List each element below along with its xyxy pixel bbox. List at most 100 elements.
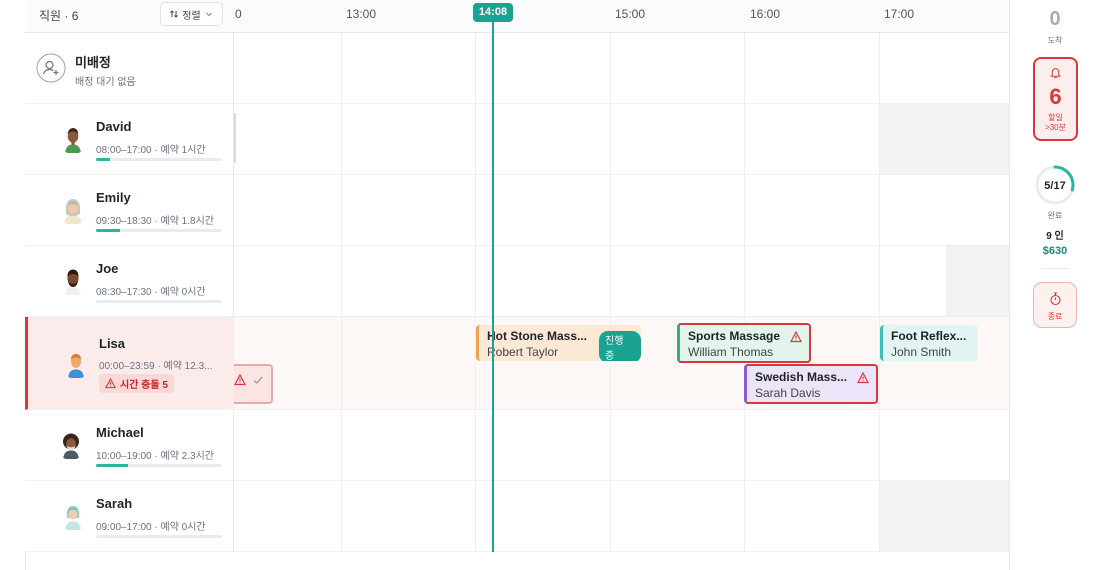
hour-line xyxy=(341,33,342,552)
row-line xyxy=(234,245,1009,246)
appointment-sports-massage[interactable]: Sports Massage William Thomas xyxy=(677,323,811,363)
staff-hours: 09:30–18:30 · 예약 1.8시간 xyxy=(96,216,214,227)
booking-progress-fill xyxy=(96,229,120,232)
end-day-button[interactable]: 종료 xyxy=(1033,282,1077,328)
appointment-title: Swedish Mass... xyxy=(755,370,848,384)
appointment-card-clipped[interactable] xyxy=(228,364,273,404)
time-tick: 16:00 xyxy=(750,7,781,21)
revenue-total: $630 xyxy=(1042,245,1068,257)
time-tick: 15:00 xyxy=(615,7,646,21)
chevron-down-icon xyxy=(205,12,212,17)
arrived-count: 0 xyxy=(1049,8,1061,30)
staff-name: David xyxy=(96,119,132,134)
hour-line xyxy=(475,33,476,552)
end-label: 종료 xyxy=(1047,312,1063,321)
booking-progress xyxy=(96,300,222,303)
booking-progress xyxy=(96,158,222,161)
warning-icon xyxy=(234,374,246,386)
row-line xyxy=(234,103,1009,104)
warning-icon xyxy=(105,378,116,389)
conflict-label: 시간 충돌 5 xyxy=(120,380,168,391)
appointment-title: Foot Reflex... xyxy=(891,329,967,343)
current-time-line xyxy=(492,18,494,552)
todo-count: 6 xyxy=(1049,84,1062,109)
staff-name: Lisa xyxy=(99,336,126,351)
row-line xyxy=(234,409,1009,410)
appointment-swedish-massage[interactable]: Swedish Mass... Sarah Davis xyxy=(744,364,878,404)
todo-alert-card[interactable]: 6 할일 >30분 xyxy=(1033,57,1078,141)
hour-line xyxy=(610,33,611,552)
avatar xyxy=(58,501,88,531)
off-hours-block xyxy=(879,481,1009,552)
off-hours-block xyxy=(879,104,1009,174)
staff-hours: 00:00–23:59 · 예약 12.3... xyxy=(99,361,213,372)
bell-icon xyxy=(1050,68,1061,79)
sort-label: 정렬 xyxy=(182,10,201,22)
avatar xyxy=(58,266,88,296)
appointment-client: John Smith xyxy=(891,345,952,359)
staff-column: 직원 · 6 정렬 미배정 배정 대기 없음 David 08:00–17:00… xyxy=(25,0,234,552)
unassigned-row[interactable]: 미배정 배정 대기 없음 xyxy=(25,33,234,104)
avatar xyxy=(61,349,91,379)
current-time-badge: 14:08 xyxy=(473,3,513,22)
timer-icon xyxy=(1050,292,1061,306)
todo-label: 할일 >30분 xyxy=(1035,113,1076,133)
staff-row[interactable]: David 08:00–17:00 · 예약 1시간 xyxy=(25,104,234,175)
staff-hours: 08:30–17:30 · 예약 0시간 xyxy=(96,287,206,298)
timeline-grid[interactable]: 0 13:00 15:00 16:00 17:00 Hot Stone Mass… xyxy=(228,0,1009,552)
sort-button[interactable]: 정렬 xyxy=(160,2,223,26)
unassigned-title: 미배정 xyxy=(75,55,111,70)
appointment-client: William Thomas xyxy=(688,345,774,359)
staff-name: Emily xyxy=(96,190,131,205)
timeline-header: 0 13:00 15:00 16:00 17:00 xyxy=(234,0,1009,33)
appointment-foot-reflex[interactable]: Foot Reflex... John Smith xyxy=(880,325,978,361)
user-add-icon xyxy=(36,53,66,83)
avatar xyxy=(58,195,88,225)
row-line xyxy=(234,480,1009,481)
row-line xyxy=(234,551,1009,552)
david-shift-edge xyxy=(234,113,236,163)
avatar xyxy=(58,124,88,154)
sort-icon xyxy=(170,10,179,18)
staff-name: Sarah xyxy=(96,496,133,511)
warning-icon xyxy=(857,372,869,384)
staff-row[interactable]: Sarah 09:00–17:00 · 예약 0시간 xyxy=(25,481,234,552)
staff-name: Joe xyxy=(96,261,119,276)
sidebar-divider xyxy=(1042,268,1068,269)
time-tick: 17:00 xyxy=(884,7,915,21)
row-line xyxy=(234,174,1009,175)
booking-progress xyxy=(96,229,222,232)
hour-line xyxy=(879,33,880,552)
completion-label: 완료 xyxy=(1047,211,1063,220)
time-tick: 0 xyxy=(235,7,242,21)
arrived-label: 도착 xyxy=(1047,36,1063,45)
staff-row[interactable]: Emily 09:30–18:30 · 예약 1.8시간 xyxy=(25,175,234,246)
booking-progress xyxy=(96,535,222,538)
conflict-badge[interactable]: 시간 충돌 5 xyxy=(99,374,174,393)
staff-row[interactable]: Joe 08:30–17:30 · 예약 0시간 xyxy=(25,246,234,317)
summary-sidebar: 0 도착 6 할일 >30분 5/17 완료 9 인 $630 종료 xyxy=(1026,0,1100,570)
off-hours-block xyxy=(946,246,1009,316)
in-progress-badge: 진행 중 xyxy=(599,331,641,361)
staff-row-conflict[interactable]: Lisa 00:00–23:59 · 예약 12.3... 시간 충돌 5 xyxy=(25,317,234,410)
appointment-hot-stone[interactable]: Hot Stone Mass... Robert Taylor 진행 중 xyxy=(476,325,641,361)
people-count: 9 인 xyxy=(1046,231,1064,242)
booking-progress xyxy=(96,464,222,467)
row-line xyxy=(234,316,1009,317)
time-tick: 13:00 xyxy=(346,7,377,21)
staff-hours: 09:00–17:00 · 예약 0시간 xyxy=(96,522,206,533)
booking-progress-fill xyxy=(96,464,128,467)
avatar xyxy=(56,430,86,460)
todo-label-line1: 할일 xyxy=(1048,113,1063,122)
unassigned-subtitle: 배정 대기 없음 xyxy=(75,77,136,88)
staff-row[interactable]: Michael 10:00–19:00 · 예약 2.3시간 xyxy=(25,410,234,481)
warning-icon xyxy=(790,331,802,343)
check-icon xyxy=(253,376,263,384)
staff-hours: 08:00–17:00 · 예약 1시간 xyxy=(96,145,206,156)
staff-header: 직원 · 6 정렬 xyxy=(25,0,234,33)
staff-name: Michael xyxy=(96,425,144,440)
todo-label-line2: >30분 xyxy=(1045,123,1066,132)
staff-count-title: 직원 · 6 xyxy=(39,9,79,23)
booking-progress-fill xyxy=(96,158,110,161)
completion-ratio: 5/17 xyxy=(1044,180,1066,192)
